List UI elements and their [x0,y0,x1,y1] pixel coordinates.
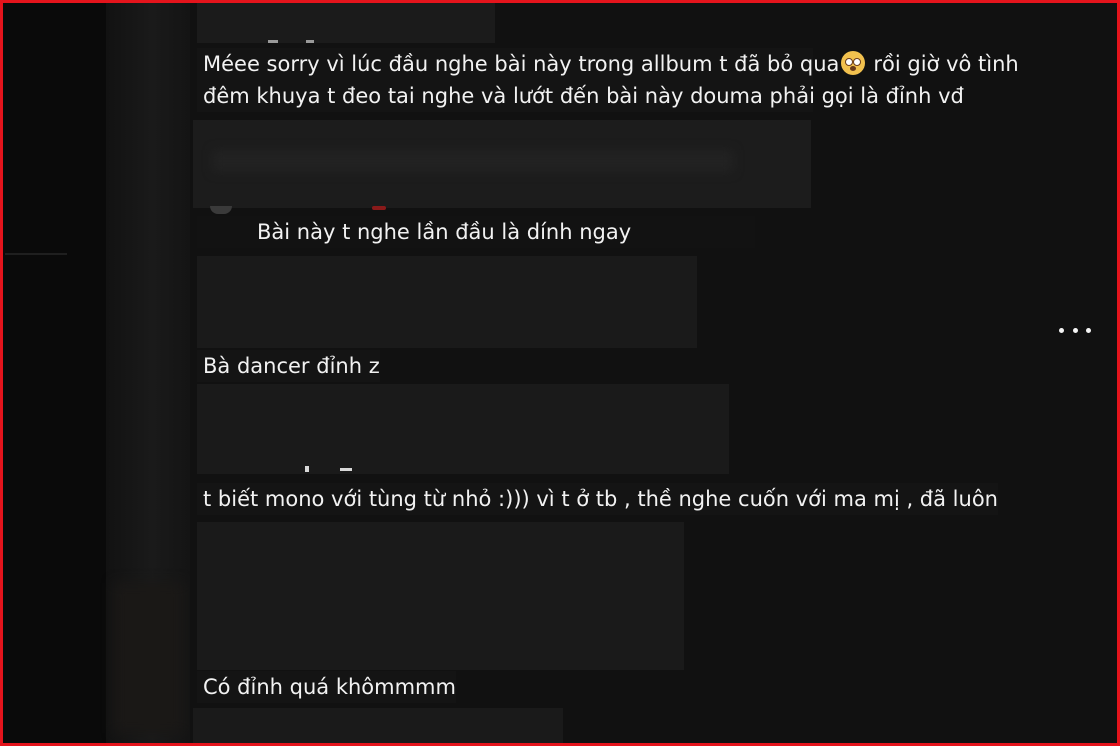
blurred-sidebar-strip [106,3,190,743]
comment-2: Bài này t nghe lần đầu là dính ngay [197,216,755,248]
divider [5,253,67,255]
comment-3: Bà dancer đỉnh z [197,350,380,382]
comment-1-line-2: đêm khuya t đeo tai nghe và lướt đến bài… [203,84,964,108]
blurred-username [193,120,811,208]
blurred-mark [268,40,278,43]
smudge [114,583,184,733]
dot [1059,327,1064,333]
badge-mark [372,206,386,210]
blurred-username [197,256,697,348]
more-horizontal-icon[interactable] [1057,318,1093,342]
blurred-username [197,384,729,474]
comment-1: Méee sorry vì lúc đầu nghe bài này trong… [197,48,1019,112]
blurred-username [197,522,684,670]
dot [1086,327,1091,333]
blurred-username [197,3,495,43]
left-panel [3,3,106,743]
blurred-mark [340,468,352,471]
blurred-mark [305,466,309,472]
blurred-mark [306,40,314,43]
blurred-username [193,708,563,746]
comment-4: t biết mono với tùng từ nhỏ :))) vì t ở … [197,483,998,515]
comment-1-line-1-tail: rồi giờ vô tình [873,52,1019,76]
comment-1-line-1: Méee sorry vì lúc đầu nghe bài này trong… [203,52,840,76]
comment-5: Có đỉnh quá khômmmm [197,671,456,703]
dot [1072,327,1078,333]
